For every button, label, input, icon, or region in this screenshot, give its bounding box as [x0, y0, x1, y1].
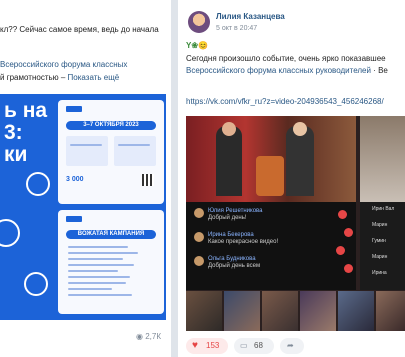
share-icon: ➦ [287, 341, 294, 350]
post-time[interactable]: 5 окт в 20:47 [216, 23, 257, 34]
dates-pill: 3–7 ОКТЯБРЯ 2023 [66, 121, 156, 130]
banner-campaign-panel: ВОЖАТАЯ КАМПАНИЯ [58, 210, 164, 314]
campaign-pill: ВОЖАТАЯ КАМПАНИЯ [66, 230, 156, 239]
chat-avatar [194, 208, 204, 218]
heart-icon: ♥ [192, 340, 198, 351]
heart-reaction-icon [338, 210, 347, 219]
video-thumbnail[interactable] [224, 291, 260, 331]
video-thumbnail[interactable] [376, 291, 405, 331]
chat-avatar [194, 232, 204, 242]
share-button[interactable]: ➦ [280, 338, 304, 354]
banner-info-panel: 3–7 ОКТЯБРЯ 2023 3 000 [58, 100, 164, 204]
chat-avatar [194, 256, 204, 266]
qr-code-icon [142, 174, 154, 186]
video-thumbnail[interactable] [186, 291, 222, 331]
chat-message: Ирина Бекерова Какое прекрасное видео! [208, 232, 278, 246]
left-post-text-line3: й грамотностью – Показать ещё [0, 72, 119, 83]
left-post-text-line1: кл?? Сейчас самое время, ведь до начала [0, 25, 159, 34]
author-avatar[interactable] [188, 11, 210, 33]
like-button[interactable]: ♥ 153 [186, 338, 228, 354]
forum-hashtag-link[interactable]: Всероссийского форума классных руководит… [186, 66, 371, 75]
left-post-forum-link[interactable]: Всероссийского форума классных [0, 59, 127, 70]
side-chat-item: Гумин [372, 238, 386, 244]
left-post-card: кл?? Сейчас самое время, ведь до начала … [0, 0, 171, 357]
live-chat-panel: Юлия Решетникова Добрый день! Ирина Бекер… [186, 202, 356, 290]
forum-logo-icon [66, 106, 82, 112]
video-attachment[interactable]: Юлия Решетникова Добрый день! Ирина Бекер… [186, 116, 405, 331]
heart-reaction-icon [344, 228, 353, 237]
post-emoji: Y❀😊 [186, 41, 208, 50]
video-thumbnail[interactable] [300, 291, 336, 331]
chat-text: Добрый день! [208, 215, 247, 221]
chat-text: Добрый день всем [208, 263, 261, 269]
decor-circle-icon [24, 272, 48, 296]
views-stat: ◉ 2,7К [136, 332, 161, 341]
post-text-line1: Сегодня произошло событие, очень ярко по… [186, 54, 386, 63]
schedule-block [114, 136, 156, 166]
side-chat-item: Ирина [372, 270, 387, 276]
forum-logo-icon [66, 216, 82, 222]
heart-reaction-icon [336, 246, 345, 255]
decor-circle-icon [0, 219, 20, 247]
post-text-line2: Всероссийского форума классных руководит… [186, 65, 388, 76]
side-chat-item: Марин [372, 254, 388, 260]
chat-message: Юлия Решетникова Добрый день! [208, 208, 263, 222]
left-post-banner-image[interactable]: ь на 3: ки 3–7 ОКТЯБРЯ 2023 3 000 ВОЖАТА… [0, 94, 166, 320]
comment-count: 68 [254, 341, 263, 350]
side-chat-panel: Ирин Вал Марин Гумин Марин Ирина [360, 202, 405, 290]
chat-author: Ирина Бекерова [208, 232, 254, 238]
author-name[interactable]: Лилия Казанцева [216, 11, 285, 22]
side-chat-item: Ирин Вал [372, 206, 395, 212]
banner-headline-line1: ь на [4, 99, 48, 122]
show-more-link[interactable]: Показать ещё [68, 73, 120, 82]
decor-circle-icon [26, 172, 50, 196]
side-chat-item: Марин [372, 222, 388, 228]
video-url-link[interactable]: https://vk.com/vfkr_ru?z=video-204936543… [186, 96, 384, 107]
banner-headline-line3: ки [4, 143, 28, 166]
chat-text: Какое прекрасное видео! [208, 239, 279, 245]
chat-author: Ольга Будникова [208, 256, 256, 262]
comment-icon: ▭ [240, 341, 248, 350]
views-eye-icon: ◉ [136, 332, 146, 341]
post-text-line2-tail: · Ве [370, 66, 388, 75]
participants-number: 3 000 [66, 176, 84, 183]
banner-headline-line2: 3: [4, 121, 23, 144]
views-count: 2,7К [145, 332, 161, 341]
chat-author: Юлия Решетникова [208, 208, 263, 214]
video-thumbnail[interactable] [338, 291, 374, 331]
right-post-card: Лилия Казанцева 5 окт в 20:47 Y❀😊 Сегодн… [178, 0, 405, 357]
like-count: 153 [206, 341, 220, 350]
video-frame-side [360, 116, 405, 202]
video-thumbnail[interactable] [262, 291, 298, 331]
comment-button[interactable]: ▭ 68 [234, 338, 274, 354]
schedule-block [66, 136, 108, 166]
left-post-text-line3-part: й грамотностью – [0, 73, 68, 82]
video-frame-main [186, 116, 356, 202]
heart-reaction-icon [344, 264, 353, 273]
chat-message: Ольга Будникова Добрый день всем [208, 256, 260, 270]
